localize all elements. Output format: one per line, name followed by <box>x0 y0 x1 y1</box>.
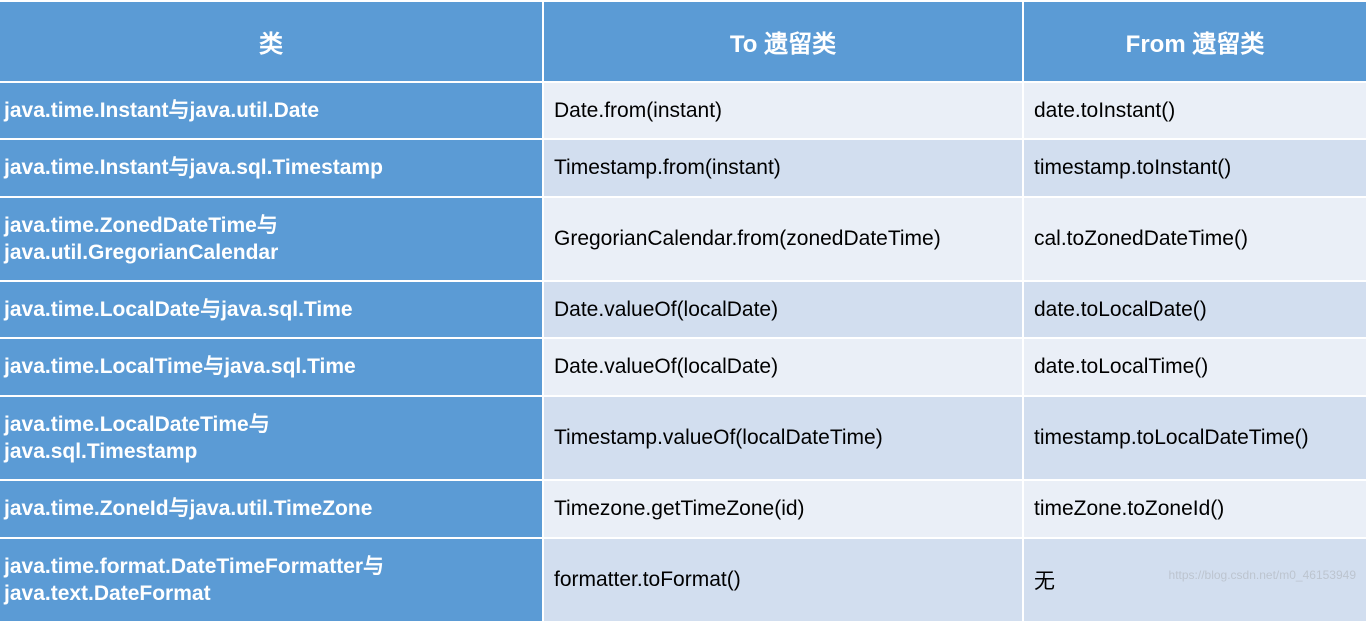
class-name-cell: java.time.Instant与java.sql.Timestamp <box>0 139 543 196</box>
table-row: java.time.ZoneId与java.util.TimeZone Time… <box>0 480 1366 537</box>
from-legacy-cell: date.toLocalTime() <box>1023 338 1366 395</box>
class-name-cell: java.time.ZonedDateTime与java.util.Gregor… <box>0 197 543 282</box>
from-legacy-cell: timestamp.toInstant() <box>1023 139 1366 196</box>
table-container: 类 To 遗留类 From 遗留类 java.time.Instant与java… <box>0 0 1366 588</box>
class-name-cell: java.time.ZoneId与java.util.TimeZone <box>0 480 543 537</box>
from-legacy-cell: 无 <box>1023 538 1366 621</box>
table-header-row: 类 To 遗留类 From 遗留类 <box>0 1 1366 82</box>
from-legacy-cell: timestamp.toLocalDateTime() <box>1023 396 1366 481</box>
table-row: java.time.LocalTime与java.sql.Time Date.v… <box>0 338 1366 395</box>
table-row: java.time.LocalDate与java.sql.Time Date.v… <box>0 281 1366 338</box>
from-legacy-cell: timeZone.toZoneId() <box>1023 480 1366 537</box>
class-name-cell: java.time.LocalTime与java.sql.Time <box>0 338 543 395</box>
to-legacy-cell: Date.from(instant) <box>543 82 1023 139</box>
class-name-cell: java.time.LocalDateTime与java.sql.Timesta… <box>0 396 543 481</box>
to-legacy-cell: Timezone.getTimeZone(id) <box>543 480 1023 537</box>
header-class: 类 <box>0 1 543 82</box>
table-row: java.time.ZonedDateTime与java.util.Gregor… <box>0 197 1366 282</box>
to-legacy-cell: Date.valueOf(localDate) <box>543 338 1023 395</box>
table-row: java.time.format.DateTimeFormatter与java.… <box>0 538 1366 621</box>
from-legacy-cell: date.toInstant() <box>1023 82 1366 139</box>
from-legacy-cell: cal.toZonedDateTime() <box>1023 197 1366 282</box>
table-body: java.time.Instant与java.util.Date Date.fr… <box>0 82 1366 621</box>
to-legacy-cell: GregorianCalendar.from(zonedDateTime) <box>543 197 1023 282</box>
to-legacy-cell: Date.valueOf(localDate) <box>543 281 1023 338</box>
class-name-cell: java.time.LocalDate与java.sql.Time <box>0 281 543 338</box>
conversion-table: 类 To 遗留类 From 遗留类 java.time.Instant与java… <box>0 0 1366 621</box>
from-legacy-cell: date.toLocalDate() <box>1023 281 1366 338</box>
class-name-cell: java.time.Instant与java.util.Date <box>0 82 543 139</box>
to-legacy-cell: Timestamp.from(instant) <box>543 139 1023 196</box>
class-name-cell: java.time.format.DateTimeFormatter与java.… <box>0 538 543 621</box>
header-to-legacy: To 遗留类 <box>543 1 1023 82</box>
header-from-legacy: From 遗留类 <box>1023 1 1366 82</box>
table-row: java.time.Instant与java.util.Date Date.fr… <box>0 82 1366 139</box>
table-row: java.time.LocalDateTime与java.sql.Timesta… <box>0 396 1366 481</box>
table-row: java.time.Instant与java.sql.Timestamp Tim… <box>0 139 1366 196</box>
to-legacy-cell: Timestamp.valueOf(localDateTime) <box>543 396 1023 481</box>
to-legacy-cell: formatter.toFormat() <box>543 538 1023 621</box>
